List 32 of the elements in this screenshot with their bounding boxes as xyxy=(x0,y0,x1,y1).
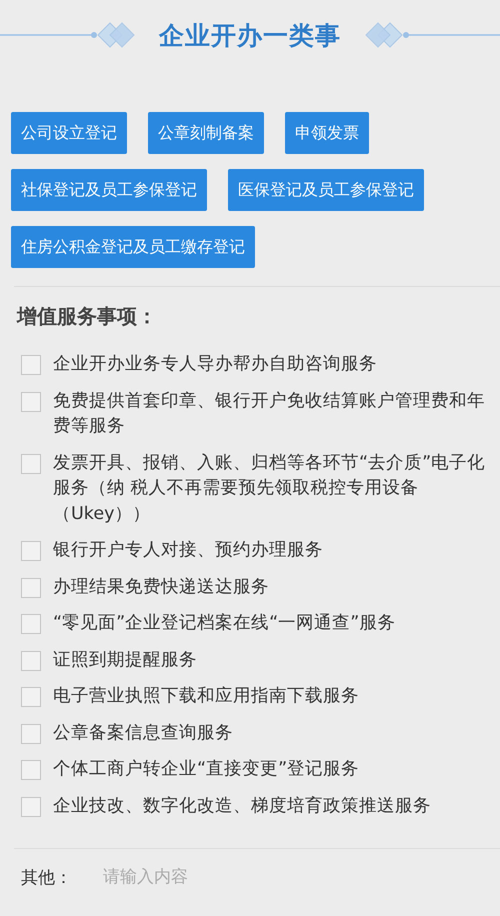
checkbox[interactable] xyxy=(21,541,41,561)
option-label: 办理结果免费快递送达服务 xyxy=(53,576,270,598)
service-button[interactable]: 公章刻制备案 xyxy=(148,112,264,154)
checkbox[interactable] xyxy=(21,650,41,670)
checkbox[interactable] xyxy=(21,614,41,634)
checkbox[interactable] xyxy=(21,796,41,816)
option-label: 银行开户专人对接、预约办理服务 xyxy=(53,539,324,562)
option-label: “零见面”企业登记档案在线“一网通查”服务 xyxy=(53,612,396,635)
option-label: 公章备案信息查询服务 xyxy=(53,722,234,744)
option-label: 免费提供首套印章、银行开户免收结算账户管理费和年费等服务 xyxy=(53,390,486,438)
service-button[interactable]: 住房公积金登记及员工缴存登记 xyxy=(11,226,255,268)
checkbox[interactable] xyxy=(21,392,41,412)
page-title: 企业开办一类事 xyxy=(159,20,341,52)
option-label: 发票开具、报销、入账、归档等各环节“去介质”电子化服务（纳 税人不再需要预先领取税控专用设备（Ukey）） xyxy=(53,452,486,526)
section-heading: 增值服务事项： xyxy=(17,303,158,330)
checkbox[interactable] xyxy=(21,454,41,474)
option-label: 企业技改、数字化改造、梯度培育政策推送服务 xyxy=(53,794,432,818)
input-field[interactable]: 请输入内容 xyxy=(103,865,403,889)
option-label: 企业开办业务专人导办帮办自助咨询服务 xyxy=(53,353,378,376)
checkbox[interactable] xyxy=(21,355,41,375)
field-label: 其他： xyxy=(21,866,73,888)
checkbox[interactable] xyxy=(21,760,41,780)
option-label: 电子营业执照下载和应用指南下载服务 xyxy=(53,685,360,708)
service-button[interactable]: 医保登记及员工参保登记 xyxy=(228,169,424,211)
option-label: 个体工商户转企业“直接变更”登记服务 xyxy=(53,758,360,781)
checkbox[interactable] xyxy=(21,578,41,598)
service-button[interactable]: 社保登记及员工参保登记 xyxy=(11,169,207,211)
service-button[interactable]: 公司设立登记 xyxy=(11,112,127,154)
checkbox[interactable] xyxy=(21,724,41,744)
service-button[interactable]: 申领发票 xyxy=(285,112,369,154)
option-label: 证照到期提醒服务 xyxy=(53,648,198,672)
checkbox[interactable] xyxy=(21,687,41,707)
